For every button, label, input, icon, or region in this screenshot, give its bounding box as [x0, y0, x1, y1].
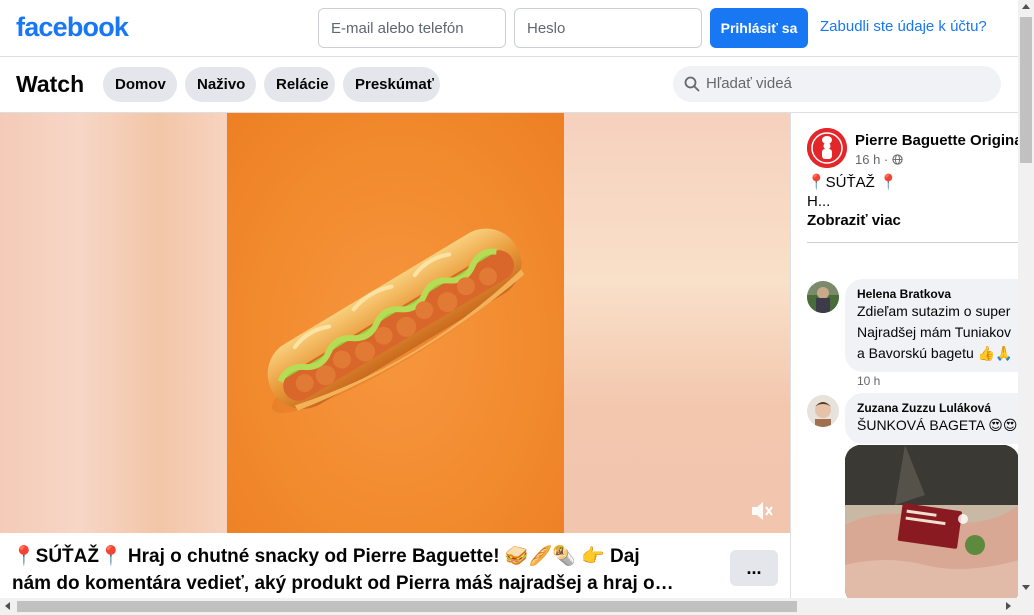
vertical-scrollbar[interactable] — [1018, 0, 1034, 598]
avatar[interactable] — [807, 395, 839, 427]
scrollbar-thumb[interactable] — [17, 601, 797, 612]
comment-text: Najradšej mám Tuniakov — [857, 324, 1012, 340]
more-options-button[interactable]: ... — [730, 550, 778, 586]
scroll-right-arrow-icon[interactable] — [1006, 602, 1011, 610]
tab-live[interactable]: Naživo — [185, 67, 256, 102]
search-icon — [684, 76, 700, 92]
globe-icon — [892, 154, 903, 165]
speaker-muted-icon[interactable] — [750, 500, 774, 522]
comment-time[interactable]: 10 h — [857, 374, 880, 388]
video-search[interactable]: Hľadať videá — [673, 66, 1001, 102]
see-more-link[interactable]: Zobraziť viac — [807, 212, 901, 229]
video-player[interactable] — [0, 113, 790, 533]
scroll-down-arrow-icon[interactable] — [1022, 585, 1030, 590]
email-field[interactable] — [318, 8, 506, 48]
search-input[interactable]: Hľadať videá — [706, 75, 792, 92]
tab-shows[interactable]: Relácie — [264, 67, 335, 102]
top-bar: facebook Prihlásiť sa Zabudli ste údaje … — [0, 0, 1018, 57]
video-caption: 📍SÚŤAŽ📍 Hraj o chutné snacky od Pierre B… — [12, 543, 712, 597]
forgot-account-link[interactable]: Zabudli ste údaje k účtu? — [820, 18, 987, 35]
page-title: Watch — [16, 71, 85, 97]
facebook-logo[interactable]: facebook — [16, 12, 129, 43]
product-photo-icon — [845, 445, 1018, 600]
horizontal-scrollbar[interactable] — [0, 598, 1034, 615]
chef-logo-icon — [807, 128, 847, 168]
comment-author[interactable]: Helena Bratkova — [857, 287, 1018, 301]
comment-bubble: Helena Bratkova Zdieľam sutazim o super … — [845, 279, 1018, 372]
user-photo-icon — [807, 395, 839, 427]
user-photo-icon — [807, 281, 839, 313]
scroll-up-arrow-icon[interactable] — [1022, 4, 1030, 9]
caption-line: nám do komentára vedieť, aký produkt od … — [12, 573, 674, 594]
baguette-image — [267, 228, 525, 413]
page-avatar[interactable] — [807, 128, 847, 168]
comment-photo[interactable] — [845, 445, 1018, 600]
post-time: 16 h · — [855, 152, 903, 167]
comment-bubble: Zuzana Zuzzu Luláková ŠUNKOVÁ BAGETA 😍😍 — [845, 393, 1018, 444]
scroll-left-arrow-icon[interactable] — [5, 602, 10, 610]
video-frame[interactable] — [227, 113, 564, 533]
comment-text: a Bavorskú bagetu 👍🙏 — [857, 345, 1013, 361]
tab-explore[interactable]: Preskúmať — [343, 67, 440, 102]
login-button[interactable]: Prihlásiť sa — [710, 8, 808, 48]
page-name[interactable]: Pierre Baguette Original — [855, 132, 1018, 149]
post-text: 📍SÚŤAŽ 📍 — [807, 174, 898, 191]
comment-text: ŠUNKOVÁ BAGETA 😍😍 — [857, 417, 1018, 433]
divider — [807, 242, 1018, 243]
caption-line: 📍SÚŤAŽ📍 Hraj o chutné snacky od Pierre B… — [12, 546, 640, 567]
scrollbar-thumb[interactable] — [1020, 17, 1032, 163]
avatar[interactable] — [807, 281, 839, 313]
post-timestamp: 16 h · — [855, 152, 889, 167]
watch-nav: Watch Domov Naživo Relácie Preskúmať Hľa… — [0, 57, 1018, 113]
video-blur-background — [564, 113, 790, 533]
post-text: H... — [807, 193, 831, 210]
password-field[interactable] — [514, 8, 702, 48]
comment-text: Zdieľam sutazim o super — [857, 303, 1011, 319]
post-panel: Pierre Baguette Original 16 h · 📍SÚŤAŽ 📍… — [790, 113, 1018, 600]
tab-home[interactable]: Domov — [103, 67, 177, 102]
comment-author[interactable]: Zuzana Zuzzu Luláková — [857, 401, 1018, 415]
